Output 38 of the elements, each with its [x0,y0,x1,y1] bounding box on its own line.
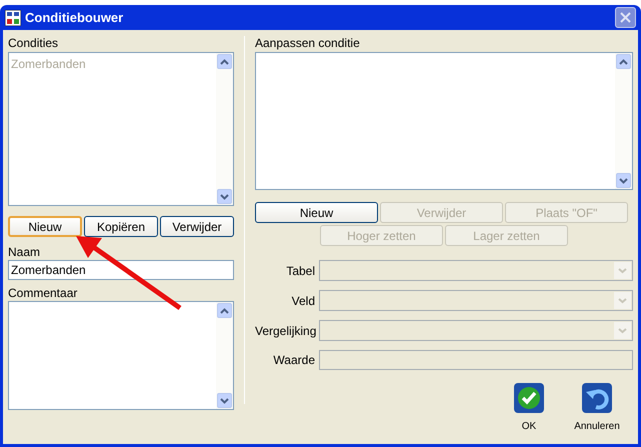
close-icon [620,12,631,23]
field-label: Waarde [272,352,315,369]
comment-field[interactable] [8,301,234,410]
scroll-down-button[interactable] [217,189,232,204]
chevron-up-icon [220,58,229,64]
scroll-up-button[interactable] [616,54,631,69]
app-icon [5,10,21,26]
dialog-action-button[interactable]: OK [505,383,553,434]
name-field[interactable]: Zomerbanden [8,260,234,280]
dialog-action-button[interactable]: Annuleren [573,383,621,434]
scroll-down-button[interactable] [217,393,232,408]
section-label: Aanpassen conditie [255,36,361,50]
scroll-up-button[interactable] [217,54,232,69]
field-label: Veld [290,292,315,310]
text-field[interactable] [319,350,633,370]
scroll-down-button[interactable] [616,173,631,188]
field-label: Commentaar [8,286,78,300]
field-label: Vergelijking [255,322,315,340]
chevron-down-icon [220,398,229,404]
field-label: Naam [8,245,42,259]
dropdown-field[interactable] [319,320,633,341]
condition-editor[interactable] [255,52,633,190]
condition-button[interactable]: Nieuw [255,202,378,223]
list-button[interactable]: Verwijder [160,216,234,237]
checkmark-icon [514,383,544,413]
dropdown-field[interactable] [319,260,633,281]
chevron-up-icon [619,58,628,64]
list-button[interactable]: Kopiëren [84,216,158,237]
chevron-up-icon [220,308,229,314]
window-title: Conditiebouwer [25,8,124,27]
field-label: Tabel [285,262,315,280]
scroll-up-button[interactable] [217,303,232,318]
close-button[interactable] [615,7,636,28]
list-button[interactable]: Nieuw [8,216,82,237]
chevron-down-icon [619,178,628,184]
dropdown-field[interactable] [319,290,633,311]
section-label: Condities [8,36,60,50]
chevron-down-icon [220,194,229,200]
